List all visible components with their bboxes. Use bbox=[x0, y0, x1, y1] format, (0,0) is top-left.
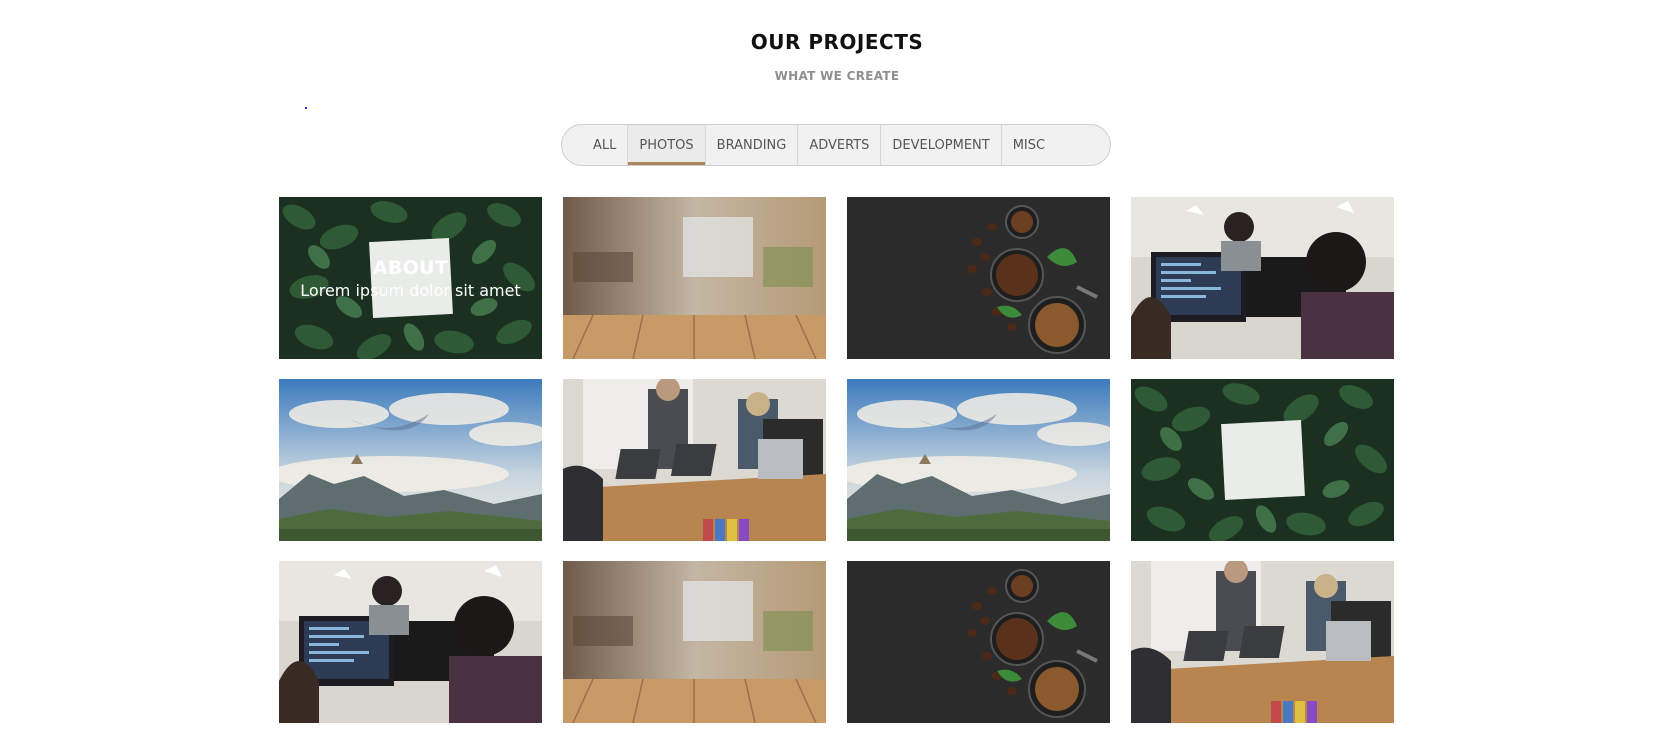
gallery-item[interactable] bbox=[563, 561, 826, 723]
leaves-photo bbox=[1131, 379, 1394, 541]
office-laptop-photo bbox=[1131, 197, 1394, 359]
meeting-room-photo bbox=[563, 379, 826, 541]
gallery-item[interactable]: ABOUT Lorem ipsum dolor sit amet bbox=[279, 197, 542, 359]
gallery-item[interactable] bbox=[847, 379, 1110, 541]
filter-tab-adverts[interactable]: ADVERTS bbox=[797, 125, 880, 165]
filter-tab-misc[interactable]: MISC bbox=[1000, 125, 1056, 165]
decorative-dot bbox=[305, 107, 307, 109]
project-gallery: ABOUT Lorem ipsum dolor sit amet bbox=[279, 197, 1394, 723]
meeting-room-photo bbox=[1131, 561, 1394, 723]
office-laptop-photo bbox=[279, 561, 542, 723]
gallery-item[interactable] bbox=[847, 561, 1110, 723]
portfolio-filter-bar: ALL PHOTOS BRANDING ADVERTS DEVELOPMENT … bbox=[561, 124, 1111, 166]
mountain-clouds-photo bbox=[847, 379, 1110, 541]
gallery-item-title: ABOUT bbox=[372, 256, 449, 279]
gallery-item[interactable] bbox=[1131, 197, 1394, 359]
gallery-item[interactable] bbox=[279, 561, 542, 723]
filter-tab-photos[interactable]: PHOTOS bbox=[627, 125, 705, 165]
section-title: OUR PROJECTS bbox=[750, 30, 924, 54]
cafe-table-photo bbox=[563, 561, 826, 723]
section-subtitle: WHAT WE CREATE bbox=[774, 69, 900, 83]
gallery-item[interactable] bbox=[1131, 379, 1394, 541]
filter-tab-development[interactable]: DEVELOPMENT bbox=[880, 125, 1000, 165]
filter-tab-branding[interactable]: BRANDING bbox=[704, 125, 798, 165]
gallery-item[interactable] bbox=[279, 379, 542, 541]
mountain-clouds-photo bbox=[279, 379, 542, 541]
filter-tab-all[interactable]: ALL bbox=[582, 125, 627, 165]
gallery-item-description: Lorem ipsum dolor sit amet bbox=[300, 280, 521, 300]
gallery-item[interactable] bbox=[563, 379, 826, 541]
cafe-table-photo bbox=[563, 197, 826, 359]
coffee-beans-photo bbox=[847, 197, 1110, 359]
gallery-item-overlay: ABOUT Lorem ipsum dolor sit amet bbox=[279, 197, 542, 359]
gallery-item[interactable] bbox=[847, 197, 1110, 359]
coffee-beans-photo bbox=[847, 561, 1110, 723]
gallery-item[interactable] bbox=[1131, 561, 1394, 723]
gallery-item[interactable] bbox=[563, 197, 826, 359]
